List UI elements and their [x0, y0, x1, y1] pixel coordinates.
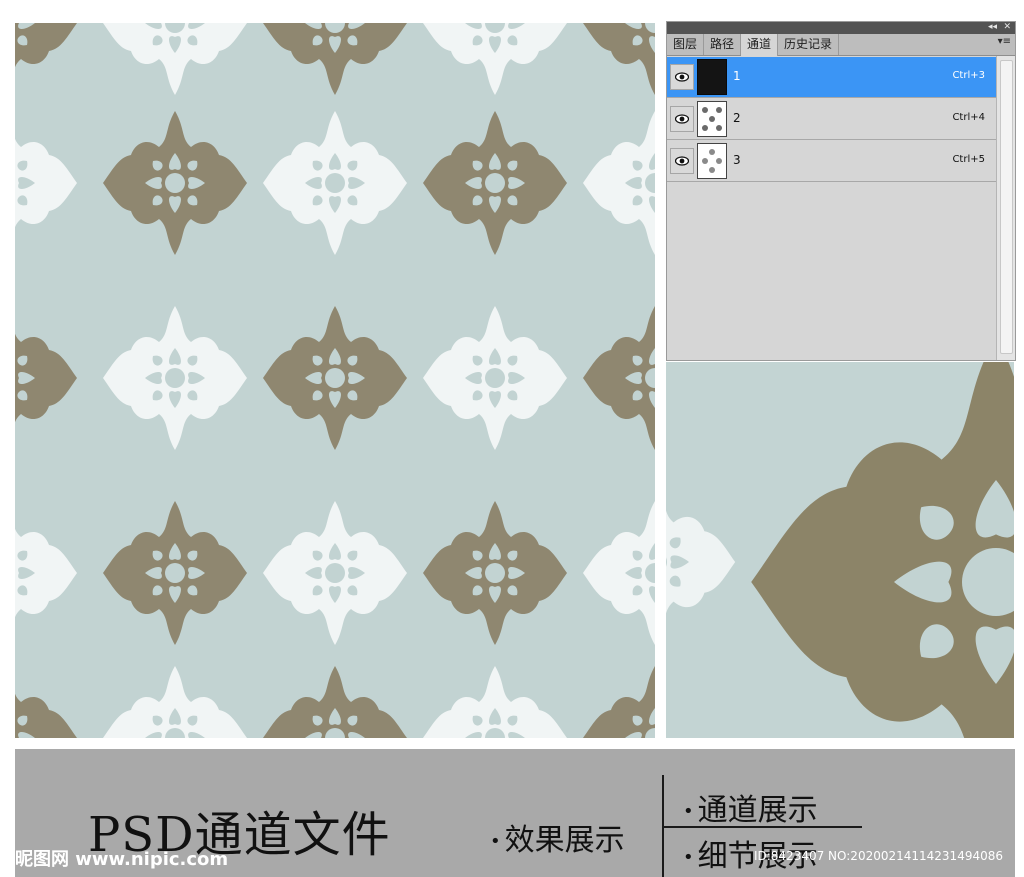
bullet-icon: • — [490, 831, 501, 852]
visibility-toggle[interactable] — [670, 106, 694, 132]
white-damask-motif — [423, 306, 567, 450]
tab-history[interactable]: 历史记录 — [778, 34, 840, 55]
tan-damask-motif — [263, 306, 407, 450]
tan-damask-motif — [583, 666, 655, 738]
bullet-icon: • — [683, 801, 694, 822]
effect-label: • 效果展示 — [490, 815, 625, 859]
channel-label: • 通道展示 — [683, 785, 818, 829]
tan-damask-motif — [423, 111, 567, 255]
bottom-banner: PSD通道文件 • 效果展示 • 通道展示 • 细节展示 昵图网 www.nipic.… — [15, 749, 1015, 877]
white-damask-motif — [103, 23, 247, 95]
tab-paths[interactable]: 路径 — [704, 34, 742, 55]
channel-row[interactable]: 3 Ctrl+5 — [667, 141, 997, 182]
white-damask-motif — [15, 111, 77, 255]
panel-menu-icon[interactable]: ▾≡ — [998, 36, 1011, 47]
tan-damask-motif — [15, 23, 77, 95]
close-panel-icon[interactable]: ✕ — [1003, 22, 1011, 33]
white-damask-motif — [423, 23, 567, 95]
channel-shortcut: Ctrl+3 — [952, 70, 985, 81]
tan-damask-motif — [15, 666, 77, 738]
tab-channels[interactable]: 通道 — [741, 34, 779, 56]
channel-shortcut: Ctrl+5 — [952, 154, 985, 165]
panel-tab-bar: 图层 路径 通道 历史记录 ▾≡ — [667, 34, 1015, 56]
white-damask-motif — [583, 111, 655, 255]
white-damask-motif — [263, 501, 407, 645]
eye-icon — [675, 114, 689, 124]
eye-icon — [675, 156, 689, 166]
channel-name: 2 — [733, 111, 741, 125]
effect-label-text: 效果展示 — [504, 823, 625, 858]
scrollbar-thumb[interactable] — [1000, 60, 1013, 354]
channel-row[interactable]: 1 Ctrl+3 — [667, 57, 997, 98]
channel-name: 3 — [733, 153, 741, 167]
eye-icon — [675, 72, 689, 82]
channel-thumbnail — [697, 59, 727, 95]
channel-shortcut: Ctrl+4 — [952, 112, 985, 123]
panel-title-bar: ◂◂ ✕ — [667, 22, 1015, 34]
tan-damask-motif — [103, 501, 247, 645]
tan-damask-motif — [263, 23, 407, 95]
tan-damask-motif — [103, 111, 247, 255]
channel-row[interactable]: 2 Ctrl+4 — [667, 99, 997, 140]
channel-thumbnail — [697, 143, 727, 179]
visibility-toggle[interactable] — [670, 148, 694, 174]
tan-damask-zoom — [751, 362, 1014, 738]
tan-damask-motif — [583, 306, 655, 450]
white-damask-motif — [15, 501, 77, 645]
collapse-panel-icon[interactable]: ◂◂ — [988, 22, 997, 33]
tan-damask-motif — [423, 501, 567, 645]
tan-damask-motif — [583, 23, 655, 95]
channel-name: 1 — [733, 69, 741, 83]
watermark-id: ID:8423407 NO:20200214114231494086 — [753, 849, 1003, 863]
channel-thumbnail — [697, 101, 727, 137]
channels-panel: ◂◂ ✕ 图层 路径 通道 历史记录 ▾≡ 1 Ctrl+3 2 Ctrl+4 … — [666, 21, 1016, 361]
damask-detail — [666, 362, 1014, 738]
pattern-thumbnail-icon — [702, 107, 722, 131]
bullet-icon: • — [683, 847, 694, 868]
white-damask-motif — [103, 666, 247, 738]
tan-damask-motif — [263, 666, 407, 738]
watermark-logo: 昵图网 www.nipic.com — [15, 849, 229, 870]
channel-label-text: 通道展示 — [697, 793, 818, 828]
panel-scrollbar[interactable] — [996, 56, 1015, 360]
pattern-preview — [15, 23, 655, 738]
tan-damask-motif — [15, 306, 77, 450]
tab-layers[interactable]: 图层 — [667, 34, 705, 55]
white-damask-motif — [263, 111, 407, 255]
damask-pattern — [15, 23, 655, 738]
white-damask-motif — [103, 306, 247, 450]
white-damask-motif — [423, 666, 567, 738]
visibility-toggle[interactable] — [670, 64, 694, 90]
pattern-thumbnail-icon — [702, 149, 722, 173]
white-damask-motif — [583, 501, 655, 645]
detail-zoom-view — [666, 362, 1014, 738]
white-damask-fragment — [666, 482, 736, 642]
